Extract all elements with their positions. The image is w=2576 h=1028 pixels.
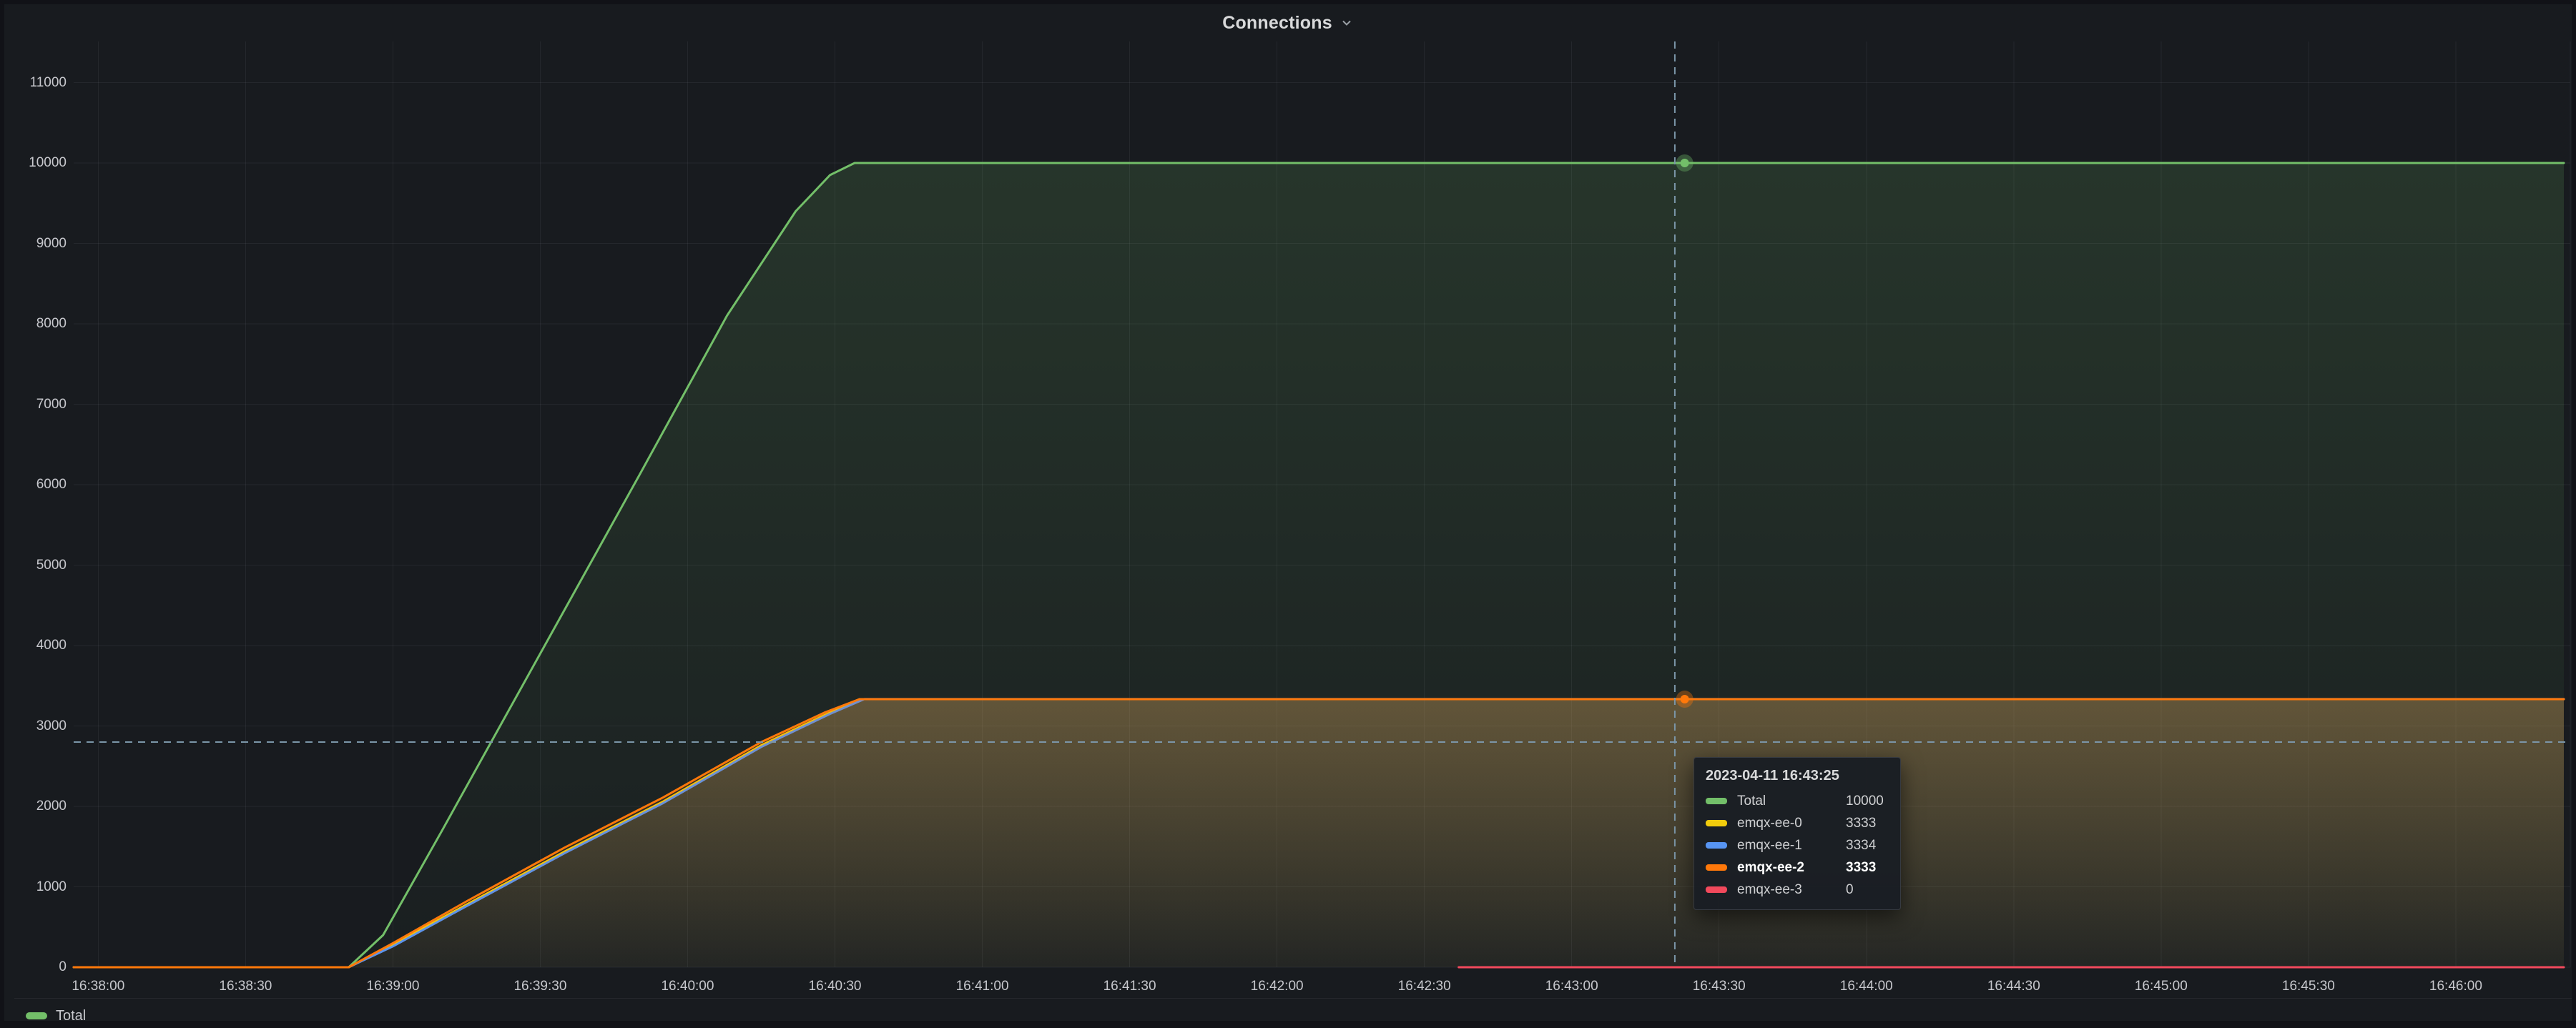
- dashboard-gutter-top: [0, 0, 2576, 4]
- legend-swatch: [26, 1012, 47, 1019]
- tooltip-series-swatch: [1706, 886, 1727, 893]
- x-axis-tick-16:45:00: 16:45:00: [2100, 978, 2222, 995]
- tooltip-series-label: emqx-ee-2: [1737, 860, 1829, 876]
- x-axis-tick-16:38:00: 16:38:00: [37, 978, 159, 995]
- x-axis-tick-16:46:00: 16:46:00: [2395, 978, 2517, 995]
- x-axis-tick-16:39:30: 16:39:30: [479, 978, 601, 995]
- grafana-panel: 0 1000 2000 3000 4000 5000 6000 7000 8000 9000 100…: [0, 0, 2576, 1021]
- tooltip-series-value: 3333: [1846, 816, 1889, 831]
- y-axis-tick-6000: 6000: [0, 476, 67, 493]
- tooltip-series-value: 0: [1846, 882, 1889, 898]
- y-axis-tick-10000: 10000: [0, 154, 67, 172]
- panel-header[interactable]: Connections: [0, 4, 2576, 41]
- tooltip-row-emqx-ee-3: emqx-ee-3 0: [1706, 879, 1889, 901]
- tooltip-row-emqx-ee-1: emqx-ee-1 3334: [1706, 834, 1889, 856]
- x-axis-tick-16:42:30: 16:42:30: [1364, 978, 1485, 995]
- tooltip-series-value: 3334: [1846, 838, 1889, 854]
- tooltip-series-swatch: [1706, 820, 1727, 826]
- y-axis-tick-3000: 3000: [0, 718, 67, 735]
- y-axis-tick-1000: 1000: [0, 879, 67, 896]
- tooltip-series-swatch: [1706, 842, 1727, 849]
- dashboard-gutter-right: [2572, 0, 2576, 1021]
- tooltip: 2023-04-11 16:43:25 Total 10000 emqx-ee-0 3…: [1693, 757, 1901, 910]
- x-axis-tick-16:43:00: 16:43:00: [1511, 978, 1633, 995]
- tooltip-series-value: 10000: [1846, 794, 1889, 809]
- x-axis-tick-16:40:30: 16:40:30: [775, 978, 896, 995]
- legend-label: Total: [56, 1008, 86, 1024]
- tooltip-series-label: emqx-ee-3: [1737, 882, 1829, 898]
- hover-point-emqx-ee-2: [1681, 695, 1689, 703]
- x-axis-tick-16:45:30: 16:45:30: [2248, 978, 2369, 995]
- legend-separator: [14, 998, 2576, 999]
- x-axis-tick-16:42:00: 16:42:00: [1216, 978, 1338, 995]
- time-series-chart[interactable]: 0 1000 2000 3000 4000 5000 6000 7000 8000 9000 100…: [0, 0, 2576, 1021]
- tooltip-series-swatch: [1706, 864, 1727, 871]
- tooltip-series-value: 3333: [1846, 860, 1889, 876]
- y-axis-tick-5000: 5000: [0, 557, 67, 574]
- tooltip-series-swatch: [1706, 798, 1727, 804]
- x-axis-tick-16:43:30: 16:43:30: [1658, 978, 1780, 995]
- x-axis-tick-16:41:30: 16:41:30: [1069, 978, 1191, 995]
- x-axis-tick-16:44:30: 16:44:30: [1953, 978, 2075, 995]
- y-axis-tick-4000: 4000: [0, 637, 67, 654]
- tooltip-row-emqx-ee-0: emqx-ee-0 3333: [1706, 812, 1889, 834]
- y-axis-tick-11000: 11000: [0, 74, 67, 92]
- y-axis-tick-0: 0: [0, 959, 67, 976]
- x-axis-tick-16:39:00: 16:39:00: [332, 978, 453, 995]
- x-axis-tick-16:38:30: 16:38:30: [185, 978, 306, 995]
- panel-title[interactable]: Connections: [1222, 13, 1332, 34]
- tooltip-row-emqx-ee-2: emqx-ee-2 3333: [1706, 856, 1889, 879]
- y-axis-tick-7000: 7000: [0, 396, 67, 413]
- tooltip-series-list: Total10000emqx-ee-03333emqx-ee-13334emqx…: [1706, 790, 1889, 901]
- chevron-down-icon[interactable]: [1339, 16, 1354, 30]
- hover-point-Total: [1681, 159, 1689, 167]
- x-axis-tick-16:44:00: 16:44:00: [1806, 978, 1927, 995]
- x-axis-tick-16:40:00: 16:40:00: [626, 978, 748, 995]
- y-axis-tick-9000: 9000: [0, 235, 67, 252]
- y-axis-tick-8000: 8000: [0, 315, 67, 332]
- legend-item-total[interactable]: Total: [26, 1008, 86, 1024]
- tooltip-series-label: emqx-ee-1: [1737, 838, 1829, 854]
- tooltip-row-Total: Total 10000: [1706, 790, 1889, 812]
- chart-canvas[interactable]: [0, 0, 2576, 1021]
- legend: Total: [26, 1004, 86, 1028]
- x-axis-tick-16:41:00: 16:41:00: [922, 978, 1043, 995]
- tooltip-series-label: Total: [1737, 794, 1829, 809]
- y-axis-tick-2000: 2000: [0, 798, 67, 815]
- tooltip-timestamp: 2023-04-11 16:43:25: [1706, 768, 1889, 784]
- tooltip-series-label: emqx-ee-0: [1737, 816, 1829, 831]
- dashboard-gutter-left: [0, 0, 4, 1021]
